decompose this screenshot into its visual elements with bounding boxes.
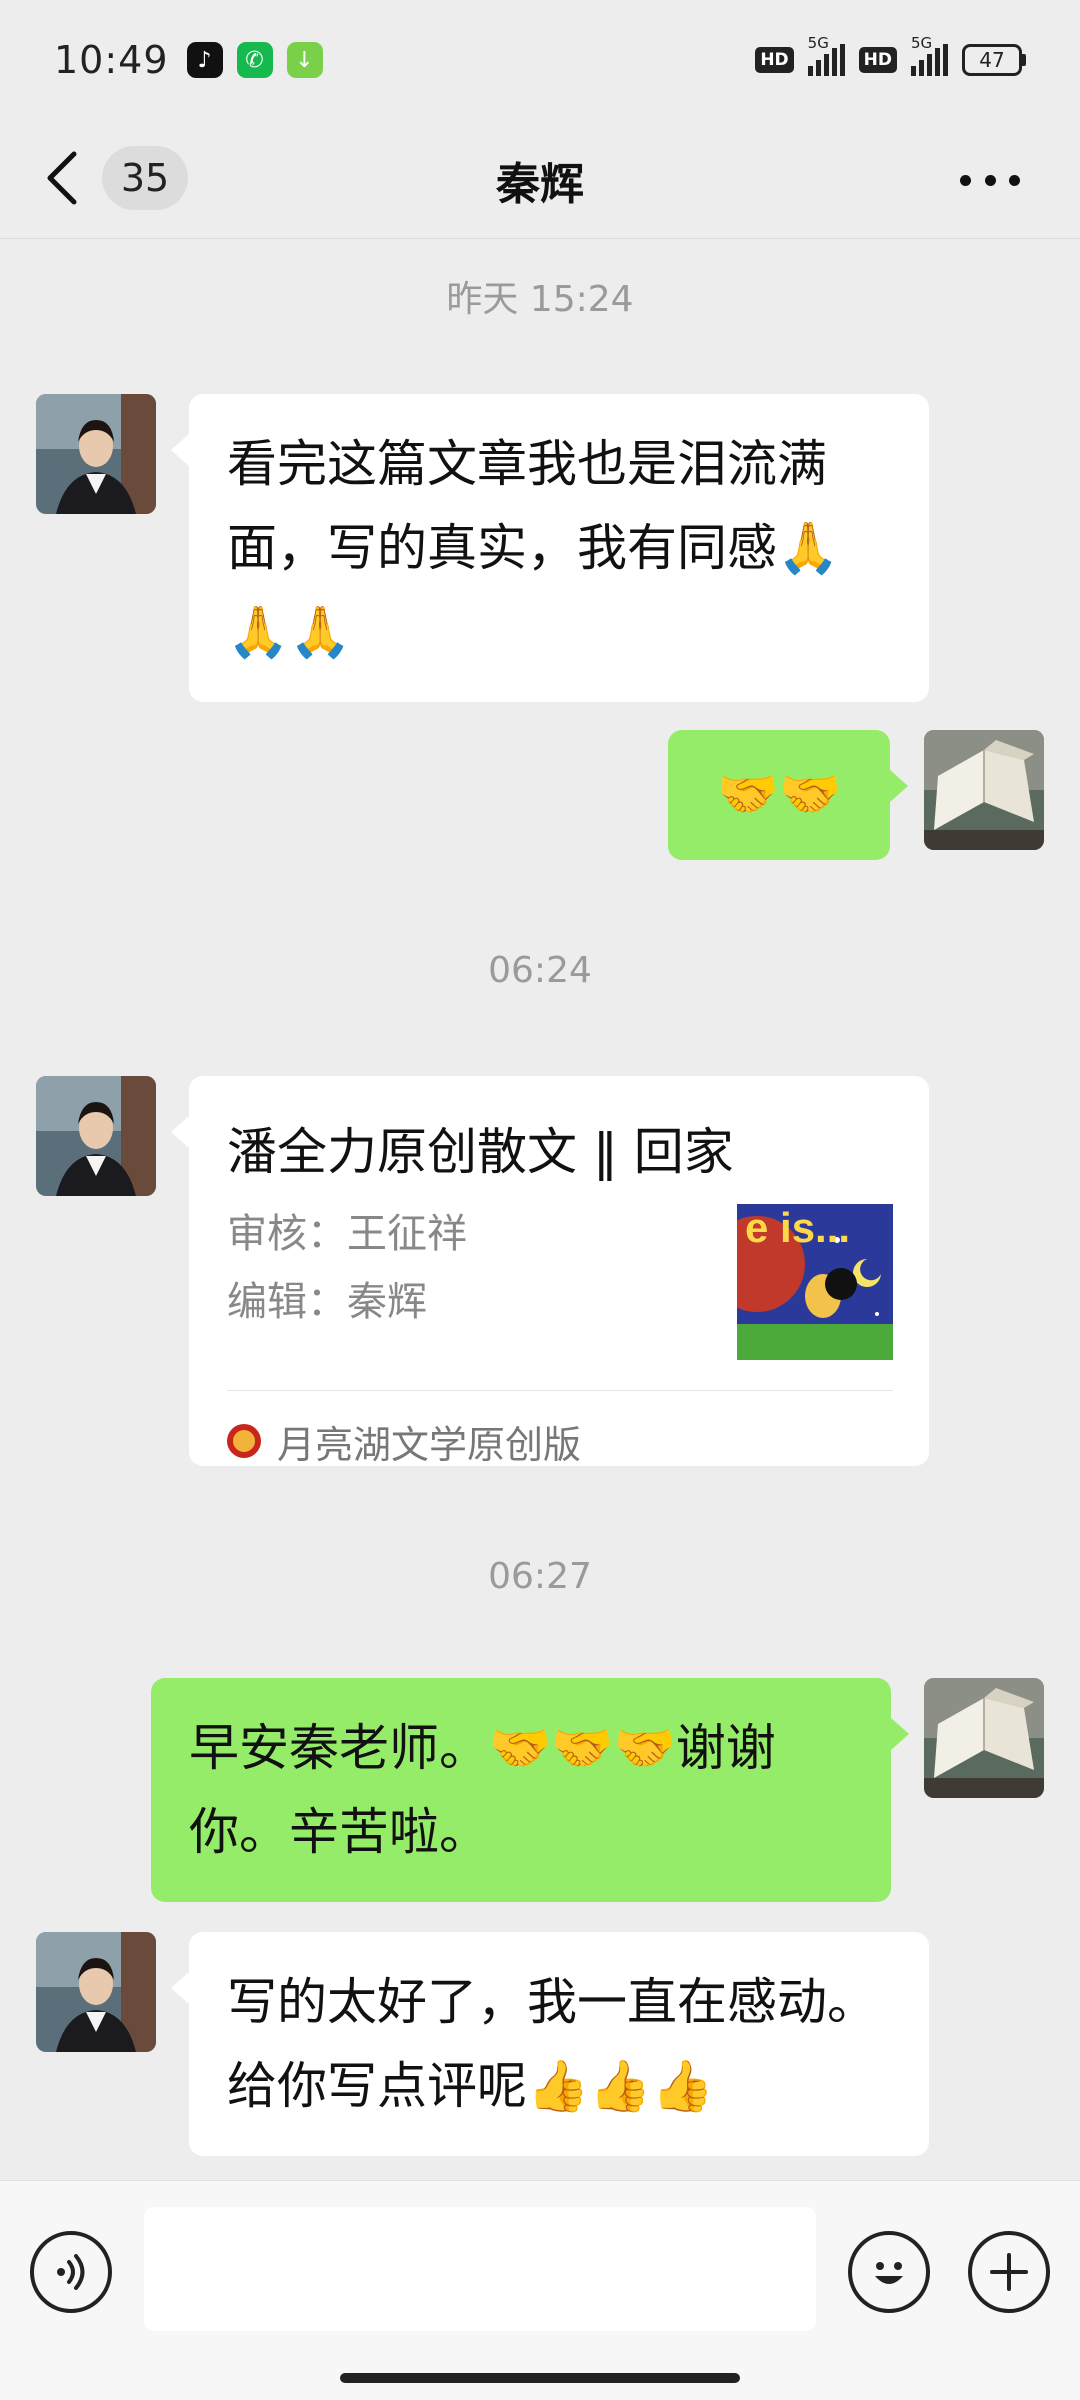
voice-icon	[57, 2254, 85, 2290]
message-text: 🤝🤝	[716, 765, 842, 823]
more-options-icon[interactable]	[960, 160, 1020, 200]
my-avatar[interactable]	[924, 730, 1044, 850]
status-indicators: HD 5G HD 5G 47	[755, 34, 1026, 76]
message-text: 写的太好了，我一直在感动。给你写点评呢👍👍👍	[227, 1973, 877, 2115]
article-thumbnail: e is...	[737, 1204, 893, 1360]
timestamp: 昨天 15:24	[446, 279, 634, 320]
header-divider	[0, 238, 1080, 239]
chat-input-bar	[0, 2180, 1080, 2400]
contact-avatar[interactable]	[36, 1932, 156, 2052]
message-bubble-outgoing[interactable]: 🤝🤝	[668, 730, 908, 860]
plus-icon	[990, 2253, 1028, 2291]
status-time: 10:49	[54, 38, 169, 82]
download-icon: ↓	[286, 42, 323, 78]
signal-icon: 5G	[807, 34, 845, 76]
hd-icon: HD	[755, 47, 794, 73]
chat-header: 35 秦辉	[0, 120, 1080, 240]
home-indicator[interactable]	[340, 2373, 740, 2383]
message-text: 早安秦老师。🤝🤝🤝谢谢你。辛苦啦。	[189, 1719, 776, 1861]
contact-avatar[interactable]	[36, 394, 156, 514]
hd-icon: HD	[858, 47, 897, 73]
message-bubble-incoming[interactable]: 看完这篇文章我也是泪流满面，写的真实，我有同感🙏🙏🙏	[171, 394, 929, 702]
my-avatar[interactable]	[924, 1678, 1044, 1798]
network-type: 5G	[911, 34, 933, 52]
unread-count-badge[interactable]: 35	[102, 146, 188, 210]
emoji-button[interactable]	[848, 2231, 930, 2313]
article-title: 潘全力原创散文 ‖ 回家	[227, 1123, 734, 1181]
timestamp: 06:27	[488, 1556, 592, 1597]
article-editor: 编辑：秦辉	[227, 1279, 427, 1325]
message-bubble-incoming[interactable]: 写的太好了，我一直在感动。给你写点评呢👍👍👍	[171, 1932, 929, 2156]
back-button[interactable]: 35	[44, 138, 188, 218]
source-name: 月亮湖文学原创版	[277, 1422, 582, 1467]
article-link-card[interactable]: 潘全力原创散文 ‖ 回家 审核：王征祥 编辑：秦辉 e is... 月亮湖文学原…	[171, 1076, 929, 1467]
signal-icon: 5G	[911, 34, 948, 76]
battery-level: 47	[962, 44, 1022, 76]
chat-title: 秦辉	[496, 159, 584, 210]
status-notification-icons: ♪ ✆ ↓	[186, 42, 323, 78]
article-source: 月亮湖文学原创版	[227, 1406, 581, 1476]
phone-icon: ✆	[236, 42, 273, 78]
smiley-icon	[875, 2262, 903, 2284]
tiktok-icon: ♪	[186, 42, 223, 78]
svg-text:e is...: e is...	[745, 1204, 850, 1251]
message-input[interactable]	[144, 2207, 816, 2331]
status-bar: 10:49 ♪ ✆ ↓ HD 5G HD 5G 47	[0, 0, 1080, 120]
voice-input-button[interactable]	[30, 2231, 112, 2313]
article-description: 审核：王征祥 编辑：秦辉	[227, 1200, 467, 1336]
chevron-left-icon[interactable]	[44, 138, 84, 218]
article-reviewer: 审核：王征祥	[227, 1211, 467, 1257]
message-text: 看完这篇文章我也是泪流满面，写的真实，我有同感🙏🙏🙏	[227, 435, 840, 661]
battery-icon: 47	[962, 44, 1026, 76]
timestamp: 06:24	[488, 950, 592, 991]
card-divider	[227, 1390, 893, 1391]
contact-avatar[interactable]	[36, 1076, 156, 1196]
network-type: 5G	[807, 34, 829, 52]
more-functions-button[interactable]	[968, 2231, 1050, 2313]
message-bubble-outgoing[interactable]: 早安秦老师。🤝🤝🤝谢谢你。辛苦啦。	[151, 1678, 909, 1902]
source-logo-icon	[227, 1424, 261, 1458]
